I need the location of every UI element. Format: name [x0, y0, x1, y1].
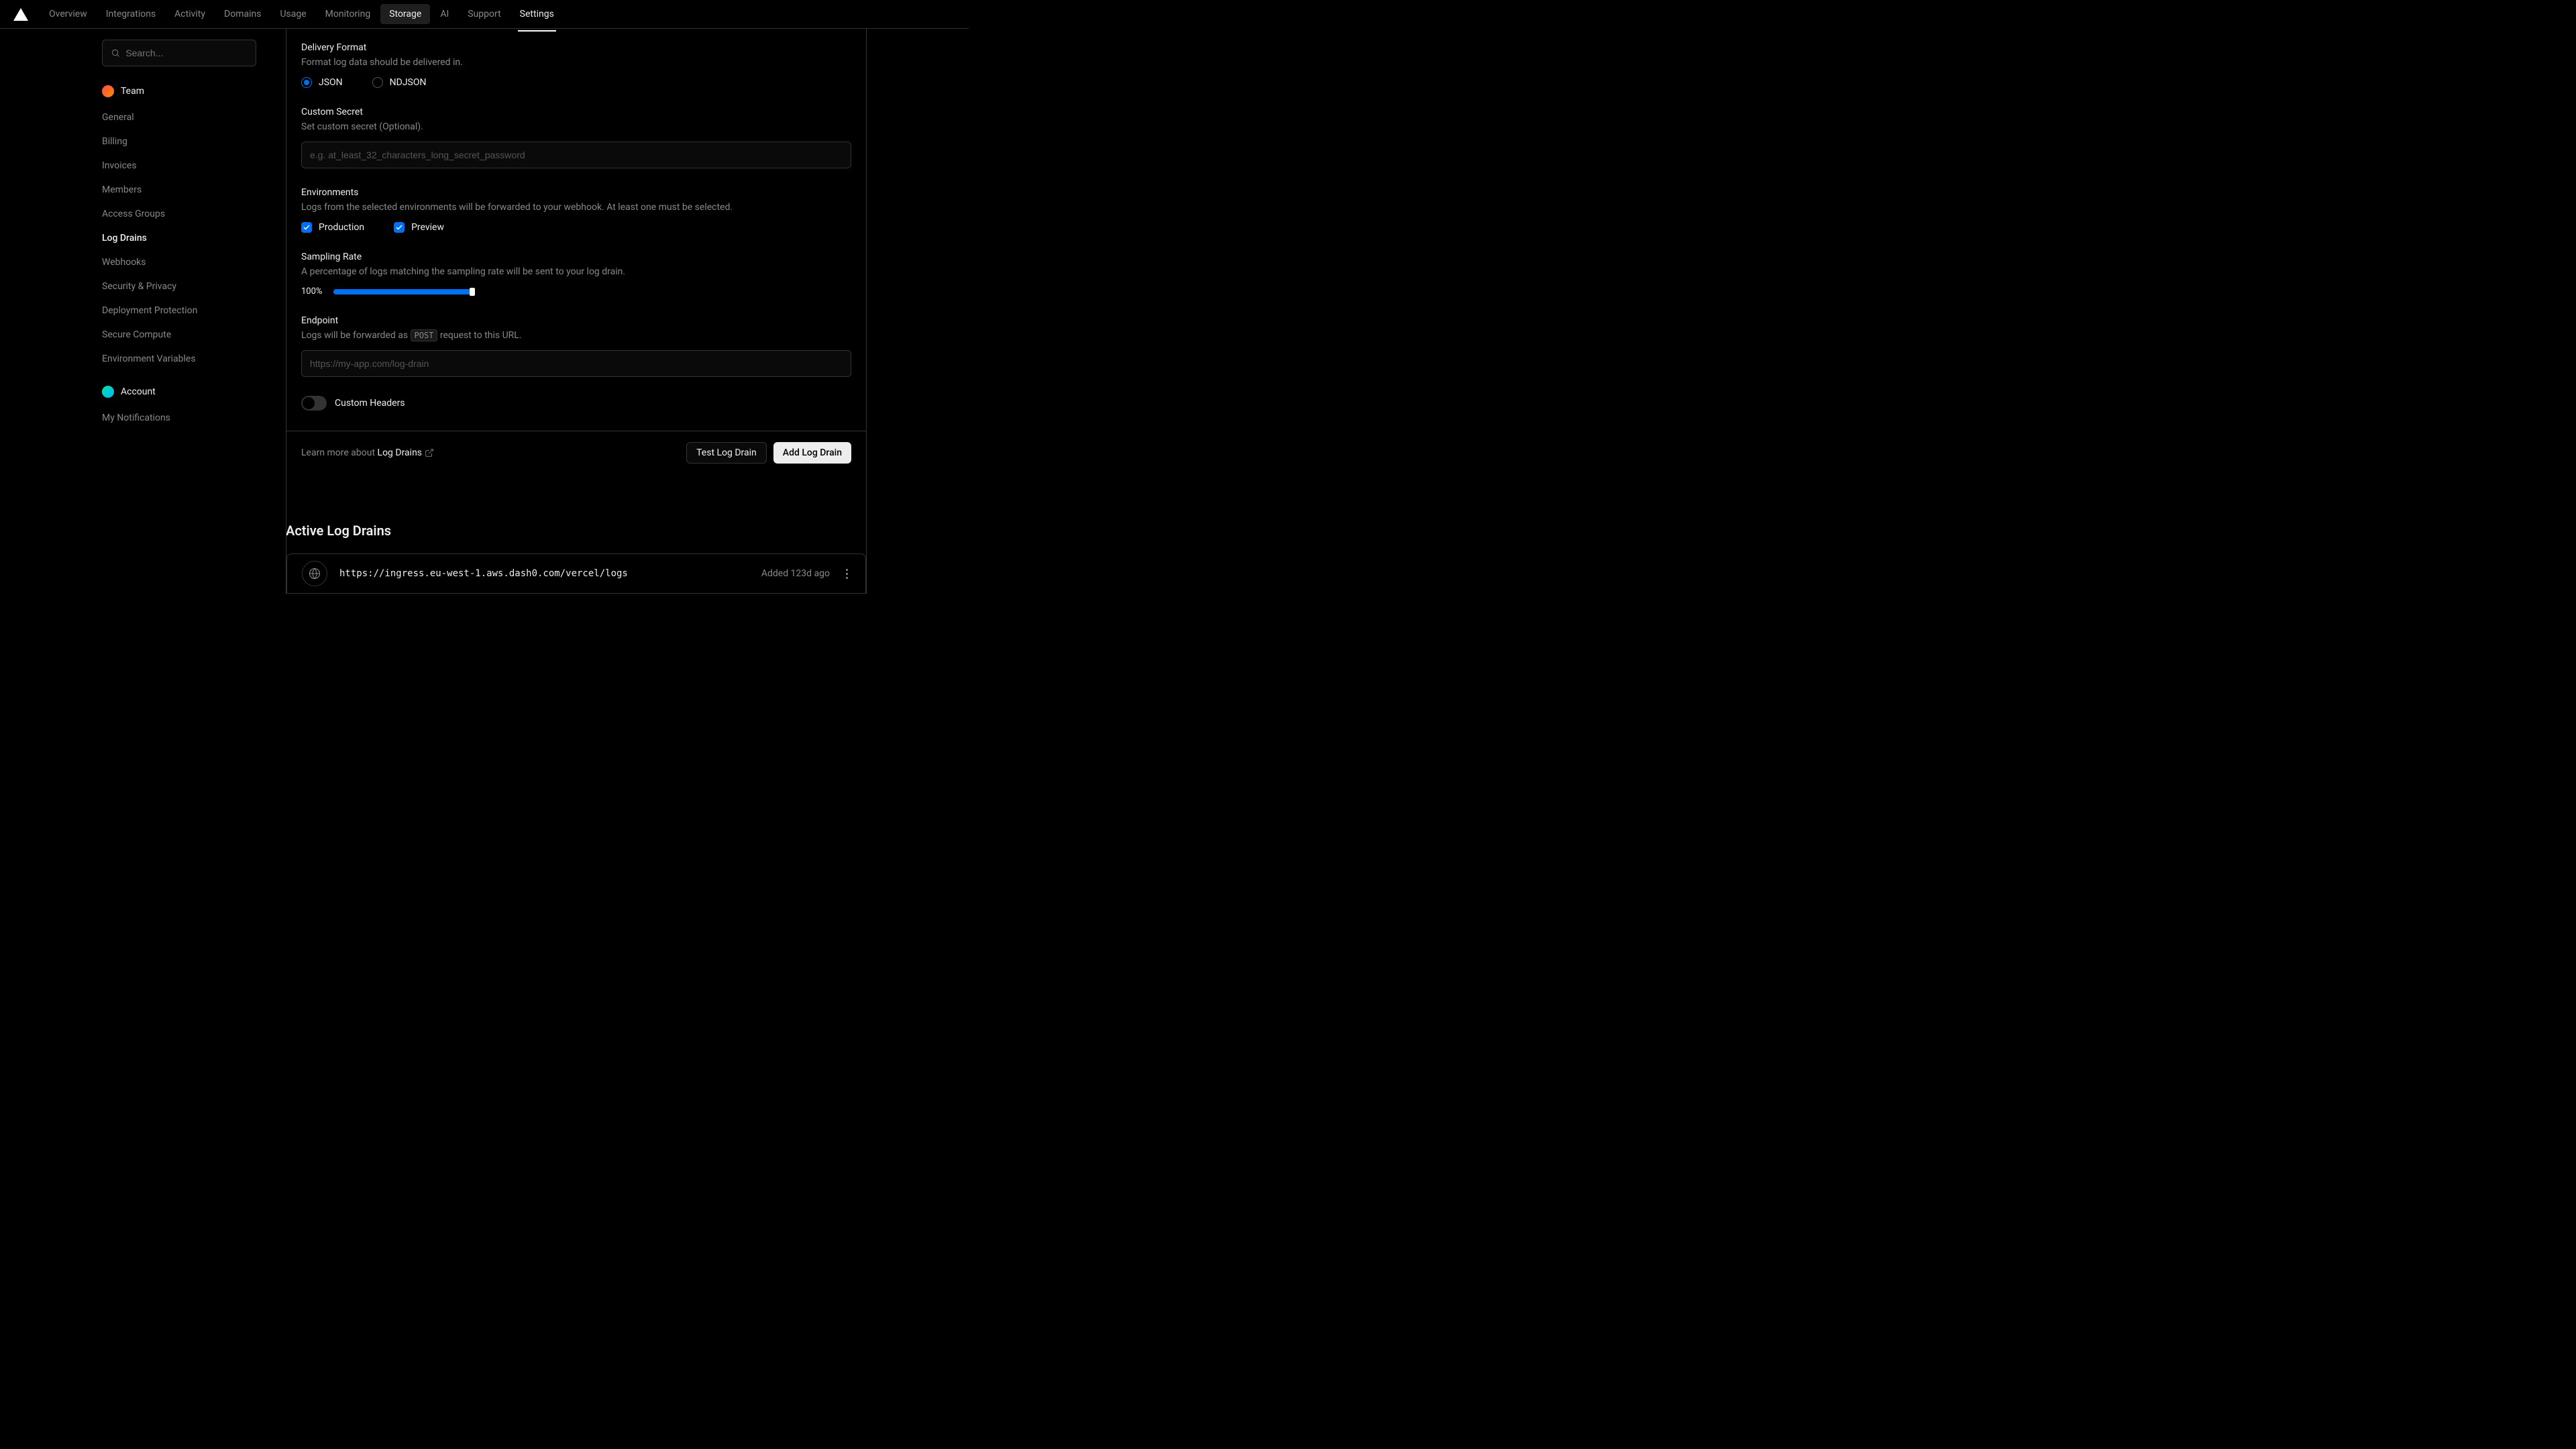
- sidebar-item-access-groups[interactable]: Access Groups: [102, 202, 286, 226]
- active-log-drains-title: Active Log Drains: [286, 474, 867, 553]
- checkbox-checked-icon: [301, 222, 312, 233]
- settings-sidebar: Team General Billing Invoices Members Ac…: [0, 29, 286, 549]
- custom-headers-toggle[interactable]: [301, 396, 327, 411]
- env-option-production[interactable]: Production: [301, 222, 364, 233]
- sidebar-item-my-notifications[interactable]: My Notifications: [102, 406, 286, 430]
- sidebar-search[interactable]: [102, 40, 256, 66]
- nav-integrations[interactable]: Integrations: [97, 4, 164, 24]
- delivery-option-json-label: JSON: [319, 77, 343, 88]
- nav-support[interactable]: Support: [459, 4, 509, 24]
- delivery-option-json[interactable]: JSON: [301, 77, 343, 88]
- custom-headers-label: Custom Headers: [335, 398, 405, 409]
- radio-icon: [301, 77, 312, 88]
- account-avatar-icon: [102, 386, 114, 398]
- sidebar-item-invoices[interactable]: Invoices: [102, 154, 286, 178]
- delivery-format-help: Format log data should be delivered in.: [301, 57, 851, 68]
- top-nav: Overview Integrations Activity Domains U…: [0, 0, 969, 29]
- env-option-preview-label: Preview: [411, 222, 444, 233]
- custom-secret-input[interactable]: [301, 142, 851, 168]
- endpoint-label: Endpoint: [301, 315, 851, 326]
- sidebar-group-account: Account: [102, 386, 286, 398]
- endpoint-help-post: request to this URL.: [437, 330, 521, 341]
- checkbox-checked-icon: [394, 222, 405, 233]
- log-drain-url: https://ingress.eu-west-1.aws.dash0.com/…: [339, 568, 628, 579]
- endpoint-method-badge: POST: [411, 329, 438, 341]
- sidebar-item-secure-compute[interactable]: Secure Compute: [102, 323, 286, 347]
- test-log-drain-button[interactable]: Test Log Drain: [686, 442, 767, 464]
- team-avatar-icon: [102, 85, 114, 97]
- learn-more-text: Learn more about Log Drains: [301, 447, 434, 458]
- delivery-option-ndjson[interactable]: NDJSON: [372, 77, 427, 88]
- nav-overview[interactable]: Overview: [40, 4, 96, 24]
- sampling-rate-help: A percentage of logs matching the sampli…: [301, 266, 851, 277]
- nav-domains[interactable]: Domains: [215, 4, 270, 24]
- sidebar-group-team-label: Team: [121, 86, 144, 97]
- vercel-logo-icon[interactable]: [13, 8, 28, 21]
- nav-activity[interactable]: Activity: [166, 4, 214, 24]
- sampling-rate-label: Sampling Rate: [301, 252, 851, 262]
- delivery-option-ndjson-label: NDJSON: [390, 77, 427, 88]
- learn-more-link[interactable]: Log Drains: [378, 447, 435, 458]
- nav-monitoring[interactable]: Monitoring: [317, 4, 380, 24]
- env-option-production-label: Production: [319, 222, 364, 233]
- learn-more-link-label: Log Drains: [378, 447, 423, 458]
- nav-usage[interactable]: Usage: [271, 4, 315, 24]
- search-icon: [111, 48, 120, 58]
- sidebar-item-security-privacy[interactable]: Security & Privacy: [102, 274, 286, 299]
- globe-icon: [302, 561, 327, 586]
- learn-more-pre: Learn more about: [301, 447, 378, 458]
- sidebar-item-log-drains[interactable]: Log Drains: [102, 226, 286, 250]
- endpoint-help-pre: Logs will be forwarded as: [301, 330, 411, 341]
- endpoint-help: Logs will be forwarded as POST request t…: [301, 330, 851, 341]
- sidebar-item-environment-variables[interactable]: Environment Variables: [102, 347, 286, 371]
- nav-storage[interactable]: Storage: [380, 4, 430, 24]
- delivery-format-label: Delivery Format: [301, 42, 851, 53]
- sidebar-item-deployment-protection[interactable]: Deployment Protection: [102, 299, 286, 323]
- environments-label: Environments: [301, 187, 851, 198]
- environments-help: Logs from the selected environments will…: [301, 202, 851, 213]
- sampling-rate-value: 100%: [301, 286, 325, 297]
- slider-thumb-icon[interactable]: [470, 288, 475, 296]
- sidebar-item-general[interactable]: General: [102, 105, 286, 129]
- sidebar-item-webhooks[interactable]: Webhooks: [102, 250, 286, 274]
- sidebar-group-account-label: Account: [121, 386, 156, 397]
- sidebar-item-billing[interactable]: Billing: [102, 129, 286, 154]
- endpoint-input[interactable]: [301, 350, 851, 377]
- form-footer: Learn more about Log Drains Test Log Dra…: [286, 431, 866, 474]
- env-option-preview[interactable]: Preview: [394, 222, 444, 233]
- custom-secret-label: Custom Secret: [301, 107, 851, 117]
- log-drain-menu-button[interactable]: [843, 566, 851, 582]
- radio-icon: [372, 77, 383, 88]
- sidebar-item-members[interactable]: Members: [102, 178, 286, 202]
- add-log-drain-button[interactable]: Add Log Drain: [773, 442, 851, 464]
- custom-secret-help: Set custom secret (Optional).: [301, 121, 851, 132]
- nav-ai[interactable]: AI: [431, 4, 458, 24]
- log-drain-added: Added 123d ago: [761, 568, 830, 579]
- external-link-icon: [425, 448, 434, 458]
- nav-settings[interactable]: Settings: [511, 4, 563, 24]
- sidebar-search-input[interactable]: [125, 48, 248, 58]
- sidebar-group-team: Team: [102, 85, 286, 97]
- sampling-rate-slider[interactable]: [333, 289, 471, 294]
- main-panel: Delivery Format Format log data should b…: [286, 29, 867, 594]
- log-drain-row: https://ingress.eu-west-1.aws.dash0.com/…: [286, 553, 866, 594]
